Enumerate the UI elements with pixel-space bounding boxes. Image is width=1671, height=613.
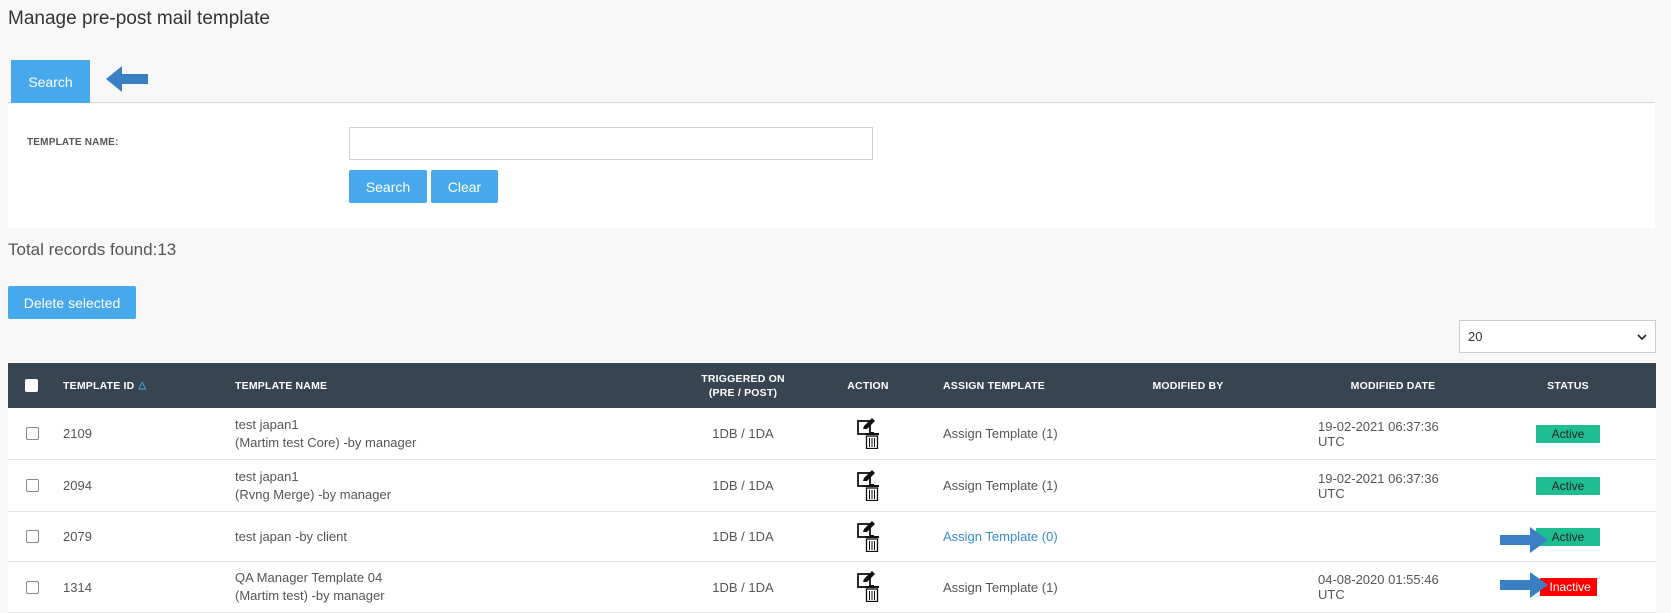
action-cell <box>838 460 898 511</box>
trash-icon[interactable] <box>865 431 879 449</box>
clear-button[interactable]: Clear <box>431 170 498 203</box>
col-modified-date: MODIFIED DATE <box>1350 379 1436 392</box>
arrow-right-icon <box>1500 527 1548 553</box>
template-name-cell: test japan1 (Martim test Core) -by manag… <box>235 408 416 459</box>
table-row: 2109 test japan1 (Martim test Core) -by … <box>8 408 1656 460</box>
modified-by <box>1133 562 1243 612</box>
row-checkbox[interactable] <box>26 580 39 594</box>
tab-search[interactable]: Search <box>11 60 90 103</box>
template-name-cell: test japan -by client <box>235 512 347 561</box>
template-name-input[interactable] <box>349 127 873 160</box>
triggered-on: 1DB / 1DA <box>712 478 774 493</box>
trash-icon[interactable] <box>865 483 879 501</box>
select-all-checkbox[interactable] <box>25 379 38 392</box>
status-badge: Inactive <box>1539 578 1597 596</box>
total-label: Total records found: <box>8 240 158 259</box>
col-template-id[interactable]: TEMPLATE ID △ <box>63 363 213 408</box>
template-owner: (Rvng Merge) -by manager <box>235 486 392 502</box>
page-title: Manage pre-post mail template <box>8 8 270 29</box>
col-triggered-on-line1: TRIGGERED ON <box>701 372 785 385</box>
modified-date <box>1318 512 1468 561</box>
modified-date: 04-08-2020 01:55:46 UTC <box>1318 572 1439 602</box>
template-id: 2079 <box>63 529 92 544</box>
search-button[interactable]: Search <box>349 170 427 203</box>
template-name-cell: QA Manager Template 04 (Martim test) -by… <box>235 562 385 612</box>
action-cell <box>838 408 898 459</box>
assign-template: Assign Template (1) <box>943 579 1058 595</box>
assign-template: Assign Template (1) <box>943 478 1058 493</box>
template-owner: (Martim test) -by manager <box>235 588 385 603</box>
search-panel: TEMPLATE NAME: Search Clear <box>8 104 1655 228</box>
template-id: 1314 <box>63 579 92 595</box>
modified-by <box>1133 408 1243 459</box>
row-checkbox[interactable] <box>26 530 39 543</box>
sort-asc-icon[interactable]: △ <box>138 380 146 391</box>
status-badge: Active <box>1536 424 1600 443</box>
template-name: test japan1 <box>235 468 299 484</box>
col-assign-template: ASSIGN TEMPLATE <box>943 379 1045 392</box>
template-name-label: TEMPLATE NAME: <box>27 137 119 148</box>
page-size-value: 20 <box>1468 329 1483 344</box>
template-name: QA Manager Template 04 <box>235 570 383 585</box>
template-id: 2109 <box>63 426 92 441</box>
row-select-cell <box>26 408 39 459</box>
status-cell: Active <box>1518 460 1618 511</box>
row-checkbox[interactable] <box>26 479 39 492</box>
page-size-select[interactable]: 20 <box>1459 320 1656 353</box>
row-select-cell <box>26 460 39 511</box>
trash-icon[interactable] <box>865 585 879 602</box>
delete-selected-button[interactable]: Delete selected <box>8 286 136 319</box>
col-template-id-label: TEMPLATE ID <box>63 379 135 392</box>
action-cell <box>838 562 898 612</box>
col-triggered-on: TRIGGERED ON (PRE / POST) <box>688 363 798 408</box>
col-action: ACTION <box>847 379 889 392</box>
col-modified-by: MODIFIED BY <box>1152 379 1224 392</box>
triggered-on: 1DB / 1DA <box>712 579 774 595</box>
modified-date: 19-02-2021 06:37:36 UTC <box>1318 418 1439 449</box>
col-template-name: TEMPLATE NAME <box>235 379 328 392</box>
template-name: test japan -by client <box>235 528 348 544</box>
tab-bar: Search <box>8 60 1655 103</box>
table-row: 2094 test japan1 (Rvng Merge) -by manage… <box>8 460 1656 512</box>
assign-template: Assign Template (1) <box>943 426 1058 441</box>
templates-table: TEMPLATE ID △ TEMPLATE NAME TRIGGERED ON… <box>8 363 1656 613</box>
total-records: Total records found:13 <box>8 240 176 260</box>
triggered-on: 1DB / 1DA <box>712 426 774 441</box>
template-name: test japan1 <box>235 416 299 432</box>
arrow-right-icon <box>1500 572 1548 598</box>
col-status: STATUS <box>1547 379 1589 392</box>
template-id: 2094 <box>63 478 92 493</box>
assign-template-link[interactable]: Assign Template (0) <box>943 512 1058 561</box>
row-select-cell <box>26 512 39 561</box>
template-name-cell: test japan1 (Rvng Merge) -by manager <box>235 460 391 511</box>
action-cell <box>838 512 898 561</box>
col-triggered-on-line2: (PRE / POST) <box>708 386 778 399</box>
status-cell: Active <box>1518 408 1618 459</box>
template-owner: (Martim test Core) -by manager <box>235 434 417 450</box>
trash-icon[interactable] <box>865 534 879 552</box>
modified-by <box>1133 512 1243 561</box>
status-badge: Active <box>1536 476 1600 495</box>
row-checkbox[interactable] <box>26 427 39 440</box>
arrow-left-icon <box>106 66 148 92</box>
modified-date: 19-02-2021 06:37:36 UTC <box>1318 470 1439 501</box>
chevron-down-icon <box>1637 333 1647 340</box>
table-header: TEMPLATE ID △ TEMPLATE NAME TRIGGERED ON… <box>8 363 1656 408</box>
select-all-cell <box>25 363 45 408</box>
total-count: 13 <box>157 240 177 259</box>
triggered-on: 1DB / 1DA <box>712 529 774 544</box>
table-row: 2079 test japan -by client 1DB / 1DA Ass… <box>8 512 1656 562</box>
modified-by <box>1133 460 1243 511</box>
row-select-cell <box>26 562 39 612</box>
table-row: 1314 QA Manager Template 04 (Martim test… <box>8 562 1656 613</box>
